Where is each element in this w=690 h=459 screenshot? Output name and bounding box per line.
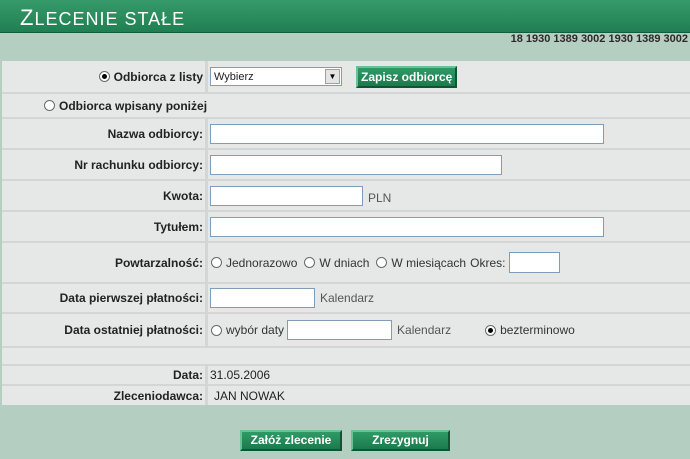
page-title: ZLECENIE STAŁE bbox=[20, 5, 186, 30]
recipient-account-label: Nr rachunku odbiorcy: bbox=[2, 150, 205, 179]
chevron-down-icon[interactable]: ▼ bbox=[325, 69, 340, 84]
first-date-calendar-link[interactable]: Kalendarz bbox=[320, 291, 374, 305]
repeat-once-radio[interactable] bbox=[211, 257, 222, 268]
repeat-months-label: W miesiącach bbox=[391, 255, 467, 270]
cancel-button[interactable]: Zrezygnuj bbox=[351, 430, 450, 451]
repeat-months-radio[interactable] bbox=[376, 257, 388, 268]
last-date-choose-label: wybór daty bbox=[226, 323, 285, 337]
row-spacer bbox=[2, 348, 690, 364]
title-input[interactable] bbox=[210, 216, 604, 237]
row-date: Data: 31.05.2006 bbox=[2, 366, 690, 384]
title-label: Tytułem: bbox=[2, 212, 205, 241]
recipient-from-list-label: Odbiorca z listy bbox=[113, 69, 203, 84]
page-header: ZLECENIE STAŁE bbox=[0, 0, 690, 33]
last-date-choose-radio[interactable] bbox=[211, 324, 222, 336]
indefinite-label: bezterminowo bbox=[500, 323, 575, 337]
recipient-typed-label: Odbiorca wpisany poniżej bbox=[59, 98, 208, 113]
repeat-once-label: Jednorazowo bbox=[226, 255, 298, 270]
row-recipient-typed: Odbiorca wpisany poniżej bbox=[2, 94, 690, 117]
amount-label: Kwota: bbox=[2, 181, 205, 210]
repeat-days-label: W dniach bbox=[319, 255, 370, 270]
last-date-calendar-link[interactable]: Kalendarz bbox=[397, 323, 451, 337]
row-recipient-account: Nr rachunku odbiorcy: bbox=[2, 150, 690, 179]
recipient-account-input[interactable] bbox=[210, 154, 502, 175]
date-label: Data: bbox=[2, 366, 205, 384]
row-recipient-name: Nazwa odbiorcy: bbox=[2, 119, 690, 148]
amount-input[interactable] bbox=[210, 185, 363, 206]
indefinite-radio[interactable] bbox=[485, 324, 497, 336]
row-recipient-list: Odbiorca z listy Wybierz ▼ Zapisz odbior… bbox=[2, 61, 690, 92]
first-date-input[interactable] bbox=[210, 288, 315, 308]
period-input[interactable] bbox=[509, 252, 561, 273]
row-amount: Kwota: PLN bbox=[2, 181, 690, 210]
recipient-from-list-radio[interactable] bbox=[98, 71, 110, 82]
recipient-name-input[interactable] bbox=[210, 123, 604, 144]
principal-value: JAN NOWAK bbox=[208, 386, 690, 405]
row-principal: Zleceniodawca: JAN NOWAK bbox=[2, 386, 690, 405]
row-title: Tytułem: bbox=[2, 212, 690, 241]
row-last-date: Data ostatniej płatności: wybór daty Kal… bbox=[2, 314, 690, 346]
currency-label: PLN bbox=[368, 190, 392, 205]
first-date-label: Data pierwszej płatności: bbox=[2, 284, 205, 312]
repeat-days-radio[interactable] bbox=[304, 257, 316, 268]
last-date-input[interactable] bbox=[287, 320, 393, 340]
row-repeat: Powtarzalność: Jednorazowo W dniach W mi… bbox=[2, 243, 690, 282]
principal-label: Zleceniodawca: bbox=[2, 386, 205, 405]
last-date-label: Data ostatniej płatności: bbox=[2, 314, 205, 346]
recipient-name-label: Nazwa odbiorcy: bbox=[2, 119, 205, 148]
period-label: Okres: bbox=[470, 255, 506, 270]
repeat-label: Powtarzalność: bbox=[2, 243, 205, 282]
submit-order-button[interactable]: Załóż zlecenie bbox=[240, 430, 342, 451]
account-number: 18 1930 1389 3002 1930 1389 3002 bbox=[510, 33, 688, 45]
save-recipient-button[interactable]: Zapisz odbiorcę bbox=[356, 65, 458, 88]
date-value: 31.05.2006 bbox=[208, 366, 690, 384]
standing-order-form: Odbiorca z listy Wybierz ▼ Zapisz odbior… bbox=[2, 61, 690, 405]
row-first-date: Data pierwszej płatności: Kalendarz bbox=[2, 284, 690, 312]
recipient-typed-radio[interactable] bbox=[44, 100, 55, 111]
recipient-select[interactable]: Wybierz ▼ bbox=[210, 67, 342, 86]
